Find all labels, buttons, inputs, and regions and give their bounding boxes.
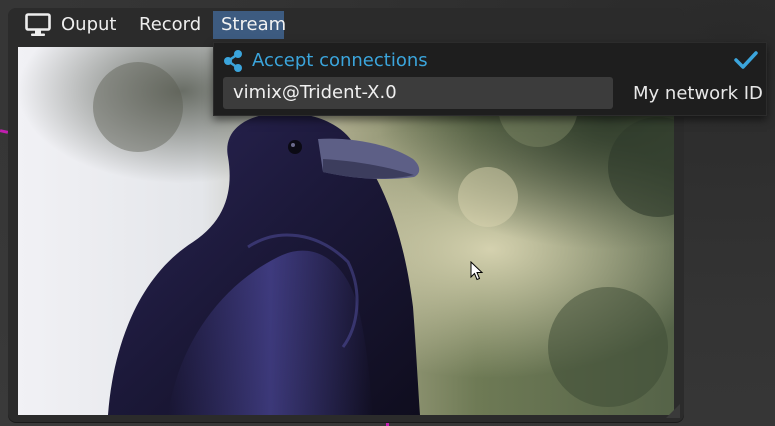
checkmark-icon[interactable] [734,50,758,70]
menu-bar: Ouput Record Stream [8,8,684,42]
share-icon [224,50,242,72]
monitor-icon[interactable] [25,13,51,37]
network-id-label: My network ID [633,83,763,104]
menu-stream[interactable]: Stream [213,11,286,39]
menu-record[interactable]: Record [131,11,209,39]
accept-connections-toggle[interactable]: Accept connections [252,49,428,73]
stream-menu-panel: Accept connections My network ID [213,42,767,116]
menu-ouput[interactable]: Ouput [53,11,124,39]
mouse-cursor-icon [470,261,484,281]
network-id-field[interactable] [223,77,613,109]
resize-grip[interactable] [666,404,680,418]
